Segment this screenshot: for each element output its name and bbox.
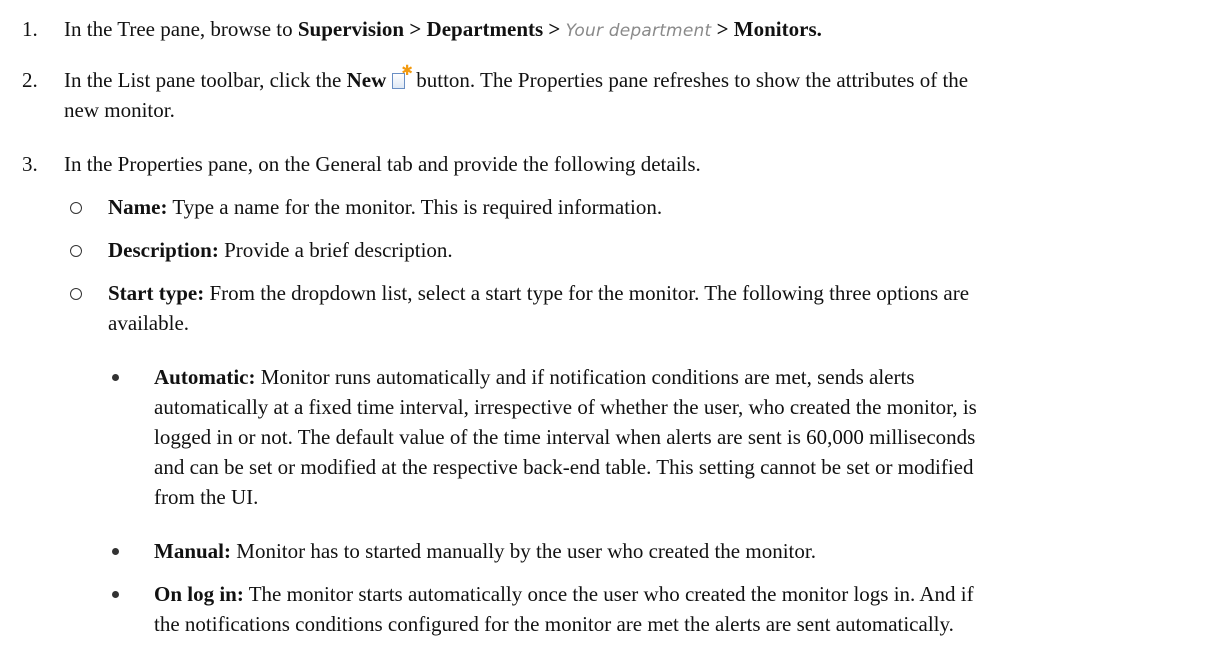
field-item-text: Description: Provide a brief description… [108,235,1218,265]
menu-path-bold-end: > Monitors. [711,17,822,41]
start-type-desc: Monitor has to started manually by the u… [231,539,816,563]
start-type-line: and can be set or modified at the respec… [154,455,974,479]
start-type-line: the notifications conditions configured … [154,612,954,636]
new-button-label: New [346,68,387,92]
new-document-icon: ✱ [392,64,413,89]
start-type-label: On log in: [154,582,244,606]
start-type-text: On log in: The monitor starts automatica… [154,579,1214,639]
step-number: 2. [22,68,38,92]
step-text-line: In the List pane toolbar, click the New ✱… [64,64,1214,95]
field-label: Description: [108,238,219,262]
step-text: In the List pane toolbar, click the New ✱… [64,64,1214,125]
field-item-text: Name: Type a name for the monitor. This … [108,192,1218,222]
step-number: 3. [22,152,38,176]
solid-bullet-icon [112,591,119,598]
document-page: 1. In the Tree pane, browse to Supervisi… [0,0,1227,647]
field-description: Type a name for the monitor. This is req… [167,195,663,219]
solid-bullet-icon [112,374,119,381]
start-type-line: from the UI. [154,485,259,509]
hollow-bullet-icon [70,202,82,214]
step-text: In the Properties pane, on the General t… [64,152,701,176]
field-item-text: Start type: From the dropdown list, sele… [108,278,1218,338]
menu-path-placeholder: Your department [565,21,712,41]
solid-bullet-icon [112,548,119,555]
start-type-text: Manual: Monitor has to started manually … [154,536,1214,566]
step-number: 1. [22,17,38,41]
field-label: Start type: [108,281,205,305]
start-type-desc: Monitor runs automatically and if notifi… [255,365,915,389]
start-type-label: Manual: [154,539,232,563]
field-label: Name: [108,195,168,219]
start-type-line: On log in: The monitor starts automatica… [154,579,1214,609]
hollow-bullet-icon [70,288,82,300]
step-text-plain: In the List pane toolbar, click the [64,68,347,92]
field-text-line: available. [108,311,190,335]
step-text-plain: In the Tree pane, browse to [64,17,298,41]
start-type-desc: The monitor starts automatically once th… [243,582,974,606]
field-description: Provide a brief description. [218,238,453,262]
start-type-line: logged in or not. The default value of t… [154,425,976,449]
field-text-line: Start type: From the dropdown list, sele… [108,278,1218,308]
hollow-bullet-icon [70,245,82,257]
step-text-plain: button. The Properties pane refreshes to… [416,68,969,92]
step-text: In the Tree pane, browse to Supervision … [64,14,1214,46]
start-type-line: Automatic: Monitor runs automatically an… [154,362,1214,392]
step-text-line: new monitor. [64,98,175,122]
field-description: From the dropdown list, select a start t… [204,281,970,305]
start-type-text: Automatic: Monitor runs automatically an… [154,362,1214,512]
start-type-line: automatically at a fixed time interval, … [154,395,977,419]
menu-path-bold: Supervision > Departments > [297,17,566,41]
start-type-label: Automatic: [154,365,256,389]
